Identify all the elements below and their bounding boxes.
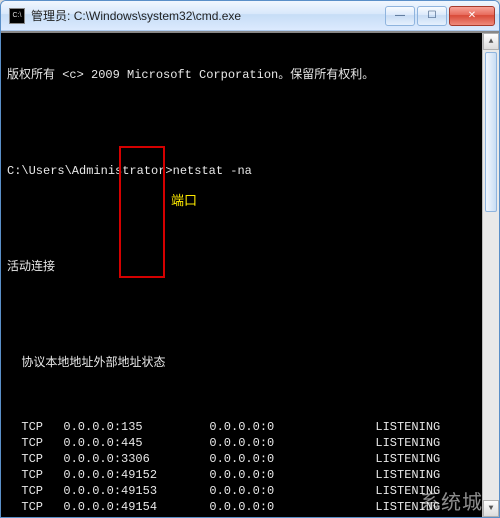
table-row: TCP0.0.0.0:33060.0.0.0:0LISTENING (7, 451, 495, 467)
minimize-icon: — (395, 11, 405, 21)
cell-proto: TCP (21, 467, 63, 483)
console-area[interactable]: 版权所有 <c> 2009 Microsoft Corporation。保留所有… (1, 31, 499, 517)
cell-foreign: 0.0.0.0:0 (209, 419, 375, 435)
cell-state: LISTENING (375, 499, 440, 515)
cell-foreign: 0.0.0.0:0 (209, 435, 375, 451)
prompt-line: C:\Users\Administrator>netstat -na (7, 163, 495, 179)
port-label: 端口 (171, 193, 197, 209)
cell-foreign: 0.0.0.0:0 (209, 515, 375, 517)
blank-line (7, 115, 495, 131)
scroll-up-button[interactable]: ▲ (483, 33, 499, 50)
cmd-window: C:\ 管理员: C:\Windows\system32\cmd.exe — ☐… (0, 0, 500, 518)
vertical-scrollbar[interactable]: ▲ ▼ (482, 33, 499, 517)
scroll-track[interactable] (483, 50, 499, 500)
table-row: TCP0.0.0.0:491540.0.0.0:0LISTENING (7, 499, 495, 515)
cell-local: 0.0.0.0:3306 (63, 451, 209, 467)
cell-foreign: 0.0.0.0:0 (209, 483, 375, 499)
blank-line (7, 307, 495, 323)
cell-foreign: 0.0.0.0:0 (209, 467, 375, 483)
cell-local: 0.0.0.0:445 (63, 435, 209, 451)
maximize-button[interactable]: ☐ (417, 6, 447, 26)
maximize-icon: ☐ (428, 11, 437, 21)
cell-proto: TCP (21, 435, 63, 451)
cell-state: LISTENING (375, 435, 440, 451)
cell-state: LISTENING (375, 483, 440, 499)
table-row: TCP0.0.0.0:4450.0.0.0:0LISTENING (7, 435, 495, 451)
cmd-icon: C:\ (9, 8, 25, 24)
titlebar[interactable]: C:\ 管理员: C:\Windows\system32\cmd.exe — ☐… (1, 1, 499, 31)
cell-state: LISTENING (375, 515, 440, 517)
title-prefix: 管理员: (31, 9, 70, 23)
close-button[interactable]: ✕ (449, 6, 495, 26)
col-local: 本地地址 (45, 356, 93, 370)
scroll-thumb[interactable] (485, 52, 497, 212)
col-state: 状态 (141, 356, 165, 370)
window-title: 管理员: C:\Windows\system32\cmd.exe (31, 7, 377, 24)
cell-proto: TCP (21, 451, 63, 467)
section-heading: 活动连接 (7, 259, 495, 275)
title-path: C:\Windows\system32\cmd.exe (74, 9, 241, 23)
cell-proto: TCP (21, 483, 63, 499)
cell-state: LISTENING (375, 451, 440, 467)
cell-foreign: 0.0.0.0:0 (209, 451, 375, 467)
copyright-line: 版权所有 <c> 2009 Microsoft Corporation。保留所有… (7, 67, 495, 83)
window-buttons: — ☐ ✕ (383, 6, 495, 26)
table-row: TCP0.0.0.0:1350.0.0.0:0LISTENING (7, 419, 495, 435)
cell-local: 0.0.0.0:135 (63, 419, 209, 435)
arrow-down-icon: ▼ (489, 501, 494, 517)
col-foreign: 外部地址 (93, 356, 141, 370)
arrow-up-icon: ▲ (489, 34, 494, 50)
cell-state: LISTENING (375, 419, 440, 435)
cell-proto: TCP (21, 499, 63, 515)
cell-local: 0.0.0.0:49153 (63, 483, 209, 499)
close-icon: ✕ (468, 11, 476, 21)
prompt: C:\Users\Administrator> (7, 164, 173, 178)
table-row: TCP0.0.0.0:491530.0.0.0:0LISTENING (7, 483, 495, 499)
table-row: TCP0.0.0.0:491520.0.0.0:0LISTENING (7, 467, 495, 483)
col-proto: 协议 (21, 356, 45, 370)
netstat-rows: TCP0.0.0.0:1350.0.0.0:0LISTENING TCP0.0.… (7, 419, 495, 517)
minimize-button[interactable]: — (385, 6, 415, 26)
cell-local: 0.0.0.0:49154 (63, 499, 209, 515)
table-row: TCP0.0.0.0:491550.0.0.0:0LISTENING (7, 515, 495, 517)
cell-local: 0.0.0.0:49152 (63, 467, 209, 483)
cell-proto: TCP (21, 419, 63, 435)
cell-state: LISTENING (375, 467, 440, 483)
cell-proto: TCP (21, 515, 63, 517)
cell-foreign: 0.0.0.0:0 (209, 499, 375, 515)
blank-line (7, 211, 495, 227)
cell-local: 0.0.0.0:49155 (63, 515, 209, 517)
command: netstat -na (173, 164, 252, 178)
scroll-down-button[interactable]: ▼ (483, 500, 499, 517)
column-headers: 协议本地地址外部地址状态 (7, 355, 495, 371)
